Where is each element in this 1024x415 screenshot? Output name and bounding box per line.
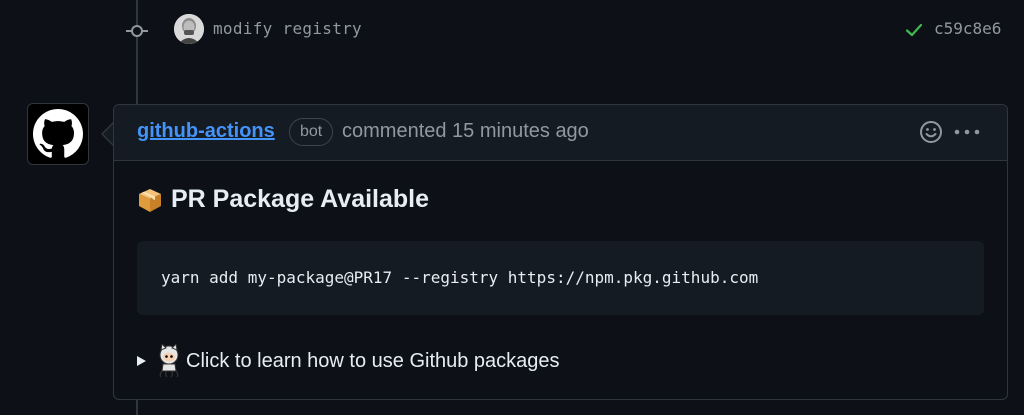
details-summary[interactable]: Click to learn how to use Github package… [137,343,560,379]
comment-box: github-actions bot commented 15 minutes … [113,104,1008,400]
commit-node-icon [126,25,148,37]
comment-heading-text: PR Package Available [171,185,430,213]
kebab-menu-icon[interactable] [952,119,982,145]
add-reaction-icon[interactable] [918,119,944,145]
bot-badge: bot [289,118,334,146]
comment-header: github-actions bot commented 15 minutes … [114,105,1007,161]
commit-message[interactable]: modify registry [213,19,362,38]
disclosure-triangle-icon[interactable] [137,356,146,366]
details-summary-text[interactable]: Click to learn how to use Github package… [186,350,560,373]
code-block: yarn add my-package@PR17 --registry http… [137,241,984,315]
code-text[interactable]: yarn add my-package@PR17 --registry http… [161,268,758,287]
author-link[interactable]: github-actions [137,120,275,143]
comment-heading: PR Package Available [137,185,429,214]
commit-author-avatar[interactable] [174,14,204,44]
check-icon[interactable] [904,20,924,40]
package-icon [139,188,161,212]
github-mark-icon [33,109,83,158]
github-actions-avatar[interactable] [27,103,89,165]
octocat-icon [159,344,179,378]
commit-row: modify registry c59c8e6 [0,0,1024,60]
commit-sha-link[interactable]: c59c8e6 [934,19,1001,38]
comment-timestamp[interactable]: commented 15 minutes ago [342,120,589,143]
